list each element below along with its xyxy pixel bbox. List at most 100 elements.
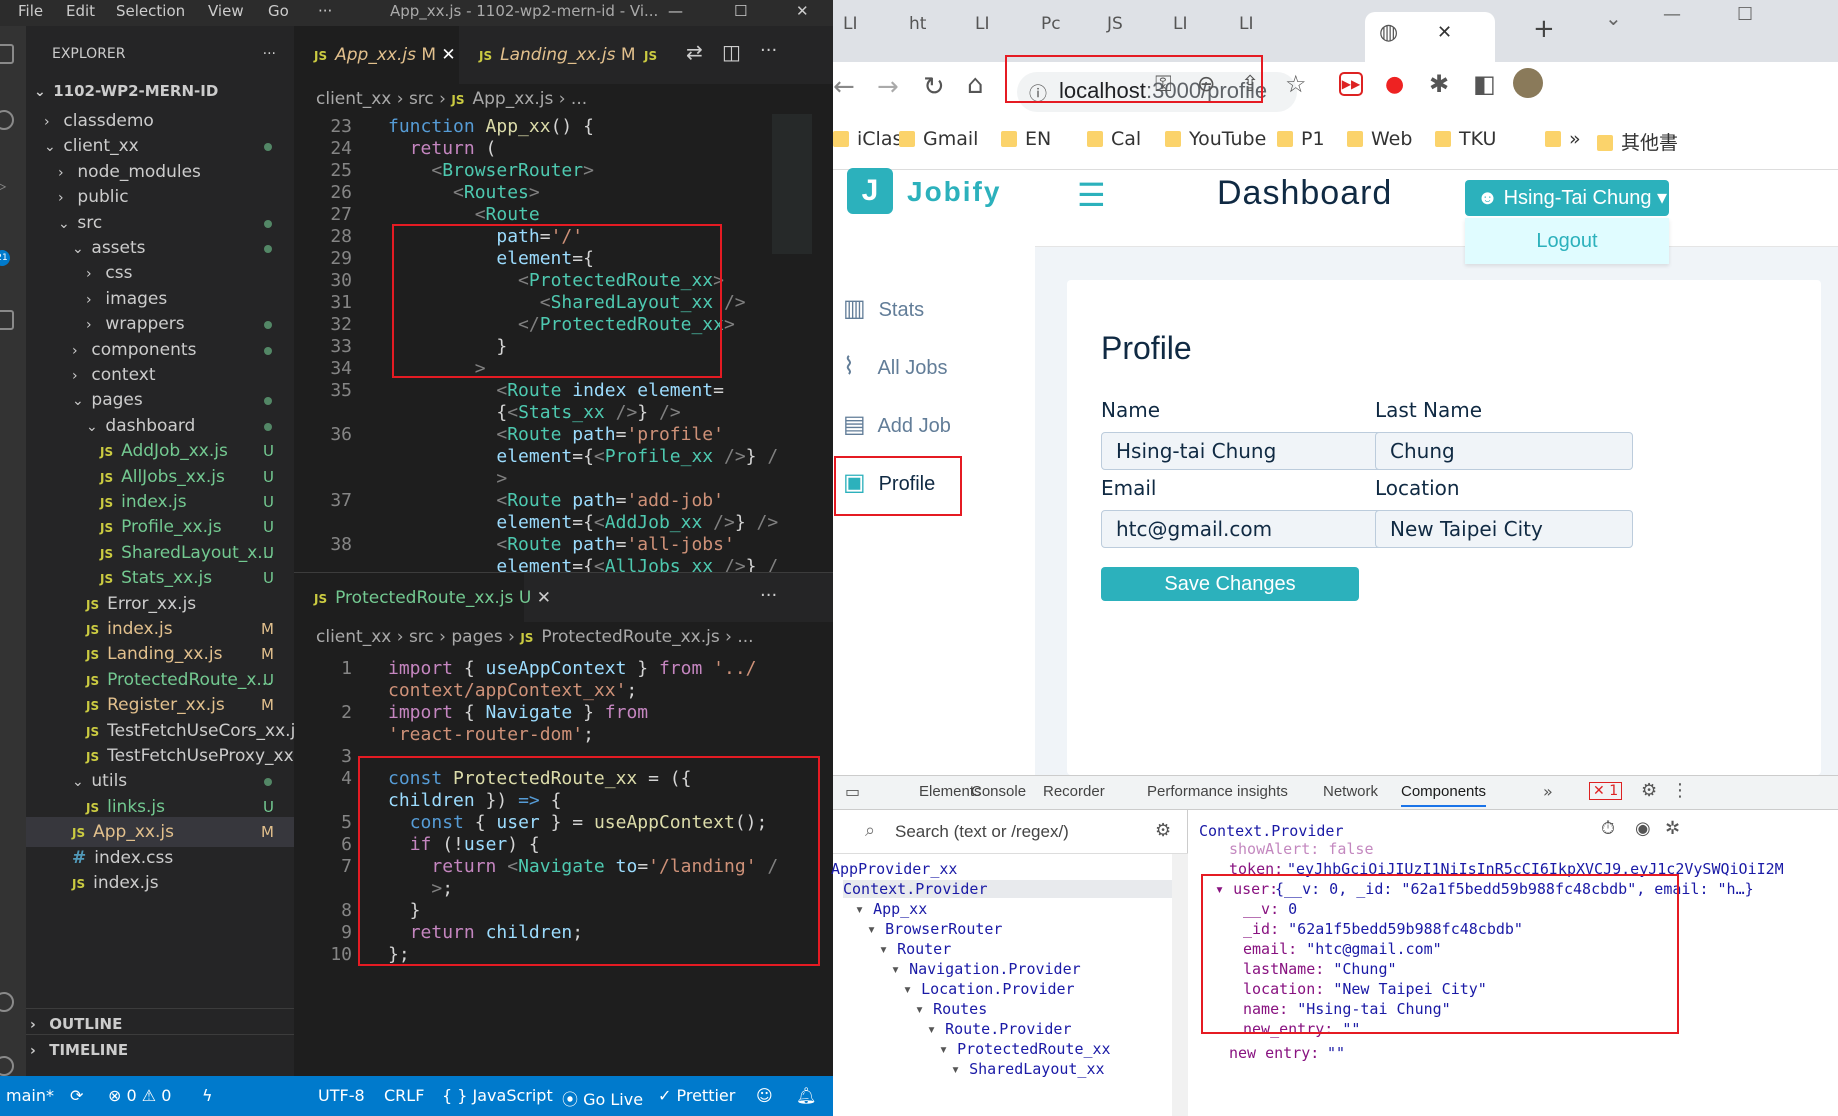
- last-name-field[interactable]: Chung: [1375, 432, 1633, 470]
- component-node[interactable]: ▾ App_xx: [855, 900, 927, 918]
- tab-close-icon[interactable]: ✕: [441, 45, 455, 65]
- bookmark[interactable]: P1: [1277, 128, 1325, 150]
- prettier-indicator[interactable]: ✓ Prettier: [658, 1086, 735, 1105]
- home-icon[interactable]: ⌂: [967, 70, 984, 100]
- browser-tab[interactable]: LI: [955, 14, 1017, 48]
- component-node[interactable]: ▾ Route.Provider: [927, 1020, 1072, 1038]
- bug-icon[interactable]: ✲: [1665, 818, 1680, 839]
- tab-active[interactable]: ◍ ✕: [1365, 12, 1495, 62]
- project-root[interactable]: ⌄ 1102-WP2-MERN-ID: [26, 76, 294, 106]
- tab-search-icon[interactable]: ⌄: [1605, 6, 1622, 30]
- logout-button[interactable]: Logout: [1465, 218, 1669, 264]
- bookmark[interactable]: Cal: [1087, 128, 1141, 150]
- devtools-tab-performance-insights[interactable]: Performance insights: [1147, 783, 1288, 800]
- browser-tab[interactable]: LI: [1219, 14, 1281, 48]
- component-node[interactable]: ▾ BrowserRouter: [867, 920, 1002, 938]
- account-icon[interactable]: [0, 992, 14, 1012]
- extensions-icon[interactable]: [0, 310, 14, 330]
- problems-indicator[interactable]: ⊗ 0 ⚠ 0: [108, 1086, 171, 1105]
- component-node[interactable]: ▾ Navigation.Provider: [891, 960, 1081, 978]
- browser-tab[interactable]: Pc: [1021, 14, 1083, 48]
- eye-icon[interactable]: ◉: [1635, 818, 1651, 839]
- devtools-tab-network[interactable]: Network: [1323, 783, 1378, 800]
- record-icon[interactable]: ●: [1385, 72, 1404, 97]
- menu-file[interactable]: File: [18, 2, 43, 20]
- bookmark[interactable]: 其他書: [1597, 128, 1678, 155]
- tab-more-js[interactable]: JS: [624, 26, 665, 84]
- bookmark[interactable]: Gmail: [899, 128, 978, 150]
- menu-edit[interactable]: Edit: [66, 2, 95, 20]
- nav-link-all-jobs[interactable]: ⌇ All Jobs: [843, 352, 947, 388]
- zoom-icon[interactable]: ⊖: [1197, 72, 1215, 97]
- golive-button[interactable]: ⦿ Go Live: [562, 1086, 643, 1110]
- explorer-more-icon[interactable]: ···: [263, 26, 276, 82]
- timeline-section[interactable]: › TIMELINE: [26, 1034, 294, 1064]
- name-field[interactable]: Hsing-tai Chung: [1101, 432, 1404, 470]
- maximize-icon[interactable]: ☐: [1737, 4, 1753, 25]
- new-tab-icon[interactable]: +: [1533, 14, 1555, 44]
- code-top[interactable]: 23 24 25 26 27 28 29 30 31 32 33 34 35 36 37 38 functio…: [294, 114, 833, 572]
- explorer-icon[interactable]: [0, 44, 14, 64]
- more-tabs-icon[interactable]: »: [1543, 782, 1553, 801]
- location-field[interactable]: New Taipei City: [1375, 510, 1633, 548]
- menu-selection[interactable]: Selection: [116, 2, 185, 20]
- puzzle-icon[interactable]: ✱: [1429, 70, 1449, 98]
- eol-indicator[interactable]: CRLF: [384, 1086, 424, 1105]
- browser-tab[interactable]: LI: [823, 14, 885, 48]
- component-node[interactable]: ▾ SharedLayout_xx: [951, 1060, 1105, 1078]
- bookmark[interactable]: Web: [1347, 128, 1412, 150]
- menu-toggle-icon[interactable]: ☰: [1077, 176, 1106, 214]
- nav-link-stats[interactable]: ▥ Stats: [843, 294, 924, 330]
- lower-editor-more-icon[interactable]: ···: [760, 585, 777, 606]
- component-node[interactable]: Context.Provider: [843, 880, 1173, 898]
- share-icon[interactable]: ⇪: [1241, 72, 1259, 97]
- tab-protected-route[interactable]: JS ProtectedRoute_xx.js U ✕: [294, 573, 551, 623]
- settings-gear-icon[interactable]: [0, 1056, 14, 1076]
- feedback-icon[interactable]: ☺: [756, 1086, 773, 1105]
- key-icon[interactable]: ⚿: [1155, 72, 1172, 97]
- sidepanel-icon[interactable]: ◧: [1473, 70, 1496, 98]
- bookmark[interactable]: TKU: [1435, 128, 1496, 150]
- minimize-icon[interactable]: —: [1663, 4, 1681, 25]
- menu-more[interactable]: ···: [318, 2, 332, 20]
- component-node[interactable]: ▾ Location.Provider: [903, 980, 1075, 998]
- branch-indicator[interactable]: main*: [6, 1086, 54, 1105]
- editor-more-icon[interactable]: ···: [760, 40, 777, 61]
- browser-tab[interactable]: JS: [1087, 14, 1149, 48]
- component-node[interactable]: AppProvider_xx: [831, 860, 957, 878]
- browser-tab[interactable]: LI: [1153, 14, 1215, 48]
- bookmark[interactable]: YouTube: [1165, 128, 1266, 150]
- settings-gear-icon[interactable]: ⚙: [1641, 780, 1657, 801]
- tab-app-xx[interactable]: JS App_xx.js M ✕: [294, 26, 459, 84]
- encoding-indicator[interactable]: UTF-8: [318, 1086, 365, 1105]
- menu-go[interactable]: Go: [268, 2, 289, 20]
- scm-badge-icon[interactable]: 21: [0, 250, 10, 266]
- run-icon[interactable]: ▷: [0, 176, 14, 196]
- nav-link-add-job[interactable]: ▤ Add Job: [843, 410, 951, 446]
- browser-tab[interactable]: ht: [889, 14, 951, 48]
- email-field[interactable]: htc@gmail.com: [1101, 510, 1404, 548]
- bell-icon[interactable]: 🔔︎: [796, 1086, 816, 1105]
- menu-view[interactable]: View: [208, 2, 244, 20]
- devtools-tab-recorder[interactable]: Recorder: [1043, 783, 1105, 800]
- timer-icon[interactable]: ⏱: [1601, 818, 1615, 839]
- sync-icon[interactable]: ⟳: [70, 1086, 83, 1105]
- error-badge[interactable]: ✕ 1: [1589, 782, 1623, 800]
- search-icon[interactable]: [0, 110, 14, 130]
- back-icon[interactable]: ←: [833, 72, 855, 102]
- user-dropdown-button[interactable]: ☻ Hsing-Tai Chung ▾: [1465, 180, 1669, 216]
- component-node[interactable]: ▾ Router: [879, 940, 951, 958]
- bookmark[interactable]: »: [1545, 128, 1581, 150]
- device-toggle-icon[interactable]: ▭: [845, 782, 860, 801]
- language-indicator[interactable]: { } JavaScript: [442, 1086, 553, 1105]
- devtools-tab-components[interactable]: Components: [1401, 783, 1487, 807]
- devtools-tab-console[interactable]: Console: [971, 783, 1026, 800]
- kebab-icon[interactable]: ⋮: [1671, 780, 1689, 801]
- forward-icon[interactable]: →: [877, 72, 899, 102]
- bookmark[interactable]: EN: [1001, 128, 1051, 150]
- save-changes-button[interactable]: Save Changes: [1101, 567, 1359, 601]
- tab-landing-xx[interactable]: JS Landing_xx.js M: [459, 26, 636, 84]
- split-editor-icon[interactable]: ◫: [722, 40, 741, 64]
- minimize-icon[interactable]: —: [668, 2, 683, 20]
- close-icon[interactable]: ✕: [796, 2, 809, 20]
